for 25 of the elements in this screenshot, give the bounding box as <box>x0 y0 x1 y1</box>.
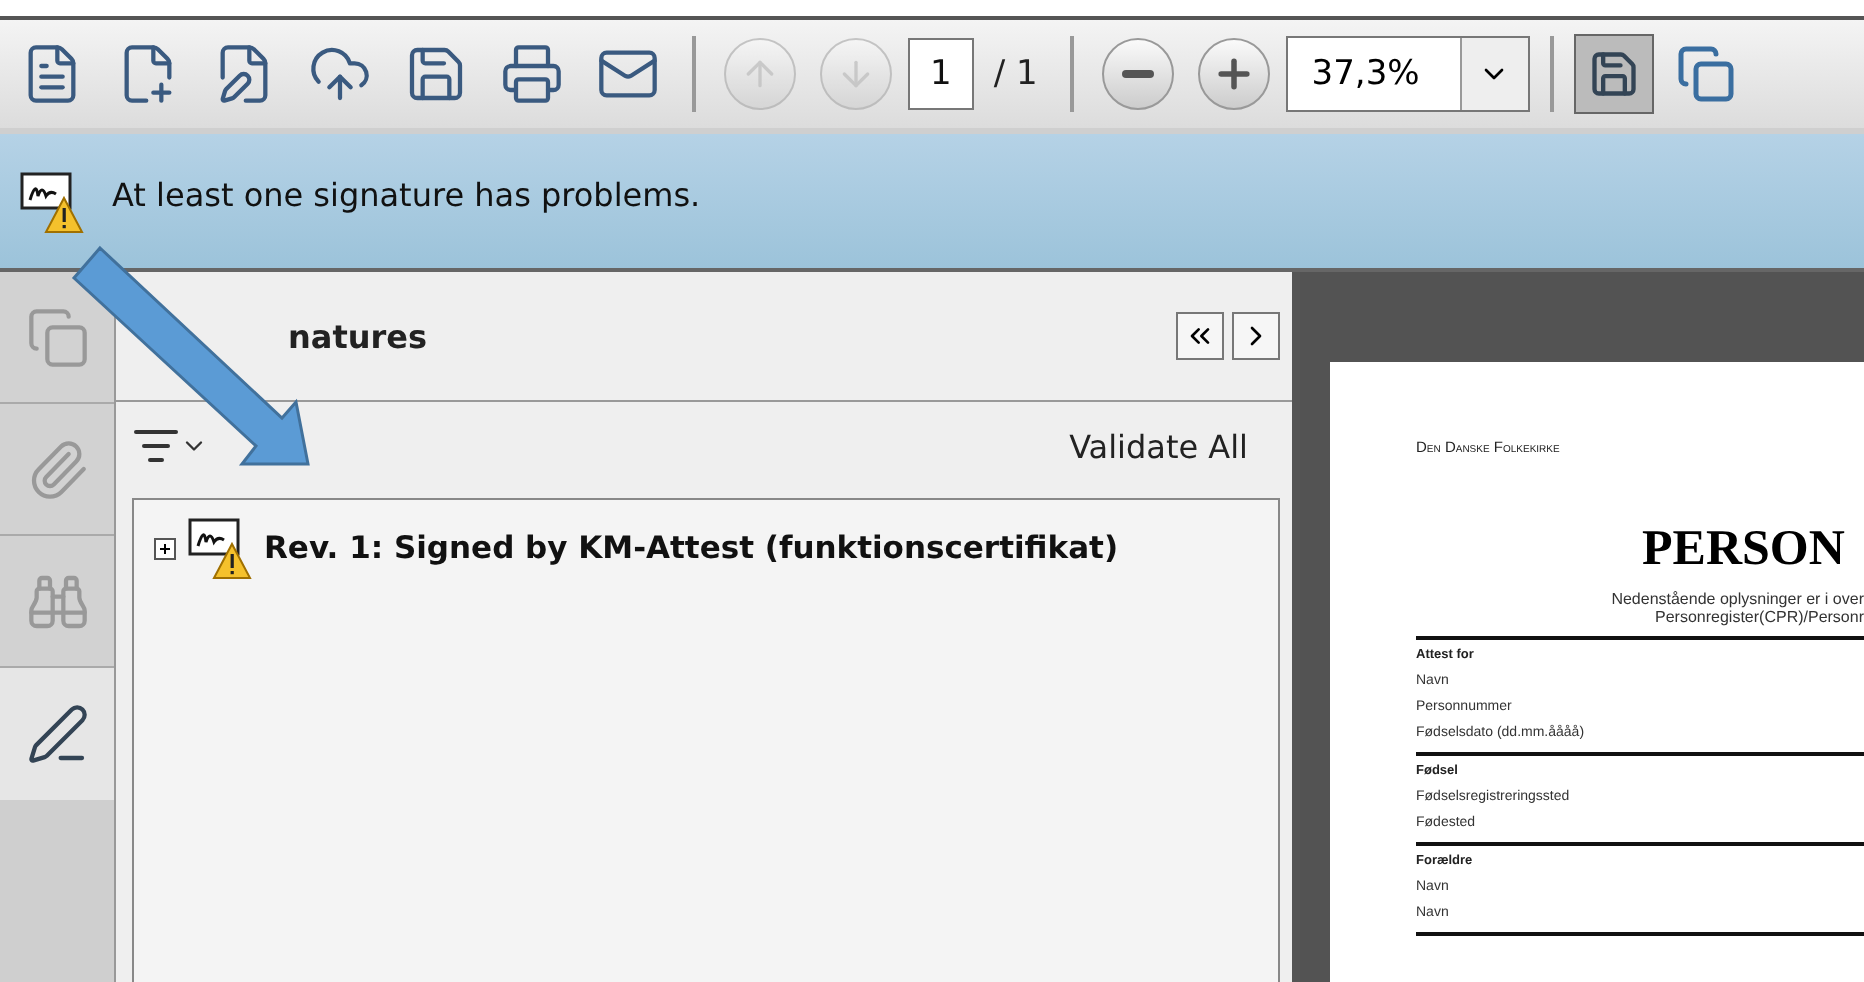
page-number-field[interactable]: 1 <box>908 38 974 110</box>
document-subtitle: Personregister(CPR)/Personr <box>1655 608 1864 626</box>
zoom-in-button[interactable] <box>1197 38 1270 110</box>
document-title: PERSON <box>1642 522 1847 578</box>
fit-width-button[interactable] <box>1573 34 1654 114</box>
minus-icon <box>1121 70 1154 78</box>
page-total: / 1 <box>993 54 1038 94</box>
cloud-upload-icon <box>308 42 372 106</box>
zoom-out-button[interactable] <box>1101 38 1174 110</box>
zoom-dropdown[interactable]: 37,3% <box>1285 36 1530 112</box>
signature-entry[interactable]: Rev. 1: Signed by KM-Attest (funktionscertifikat) <box>264 530 1119 566</box>
panel-title: natures <box>288 317 427 355</box>
validate-all-button[interactable]: Validate All <box>1069 427 1248 465</box>
save-icon <box>404 42 468 106</box>
pages-icon <box>25 305 89 369</box>
notification-message: At least one signature has problems. <box>112 176 701 214</box>
expand-toggle[interactable] <box>154 537 176 559</box>
signature-pen-icon <box>25 701 89 765</box>
print-icon <box>500 42 564 106</box>
expand-button[interactable] <box>1232 312 1280 360</box>
document-subtitle: Nedenstående oplysninger er i over <box>1611 590 1864 608</box>
signature-warning-icon <box>20 169 84 233</box>
signature-warning-icon <box>188 516 252 580</box>
collapse-button[interactable] <box>1176 312 1224 360</box>
signature-pen-tab[interactable] <box>0 668 114 800</box>
